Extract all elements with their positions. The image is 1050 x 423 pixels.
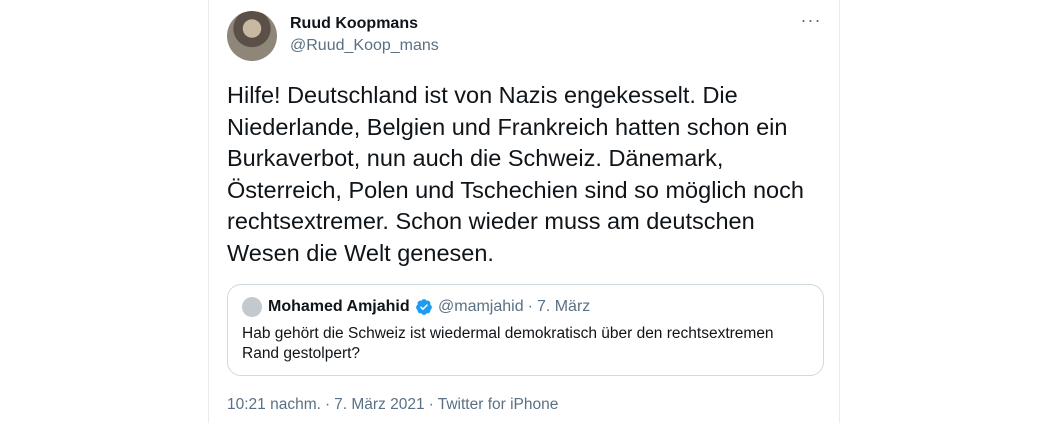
tweet-card: Ruud Koopmans @Ruud_Koop_mans ··· Hilfe!… bbox=[208, 0, 840, 423]
verified-badge-icon bbox=[416, 299, 432, 315]
quoted-author-avatar[interactable] bbox=[242, 297, 262, 317]
separator: · bbox=[324, 396, 331, 413]
more-horizontal-icon[interactable]: ··· bbox=[799, 11, 823, 36]
author-avatar[interactable] bbox=[227, 11, 277, 61]
tweet-footer: 10:21 nachm. · 7. März 2021 · Twitter for iP… bbox=[227, 396, 558, 414]
separator: · bbox=[527, 298, 533, 315]
tweet-source[interactable]: Twitter for iPhone bbox=[438, 396, 559, 413]
tweet-text: Hilfe! Deutschland ist von Nazis engekes… bbox=[227, 82, 804, 266]
quoted-tweet[interactable]: Mohamed Amjahid @mamjahid · 7. März Hab ge… bbox=[227, 284, 824, 376]
separator: · bbox=[428, 396, 434, 413]
tweet-time[interactable]: 10:21 nachm. bbox=[227, 396, 321, 413]
tweet-date[interactable]: 7. März 2021 bbox=[334, 396, 424, 413]
quoted-date[interactable]: 7. März bbox=[537, 298, 590, 315]
author-handle[interactable]: @Ruud_Koop_mans bbox=[290, 37, 439, 55]
author-name[interactable]: Ruud Koopmans bbox=[290, 15, 418, 33]
quoted-author-name[interactable]: Mohamed Amjahid bbox=[268, 298, 410, 316]
quoted-text: Hab gehört die Schweiz ist wiedermal dem… bbox=[242, 325, 774, 362]
quoted-author-handle[interactable]: @mamjahid bbox=[438, 298, 524, 315]
quoted-meta: @mamjahid · 7. März bbox=[438, 298, 590, 316]
